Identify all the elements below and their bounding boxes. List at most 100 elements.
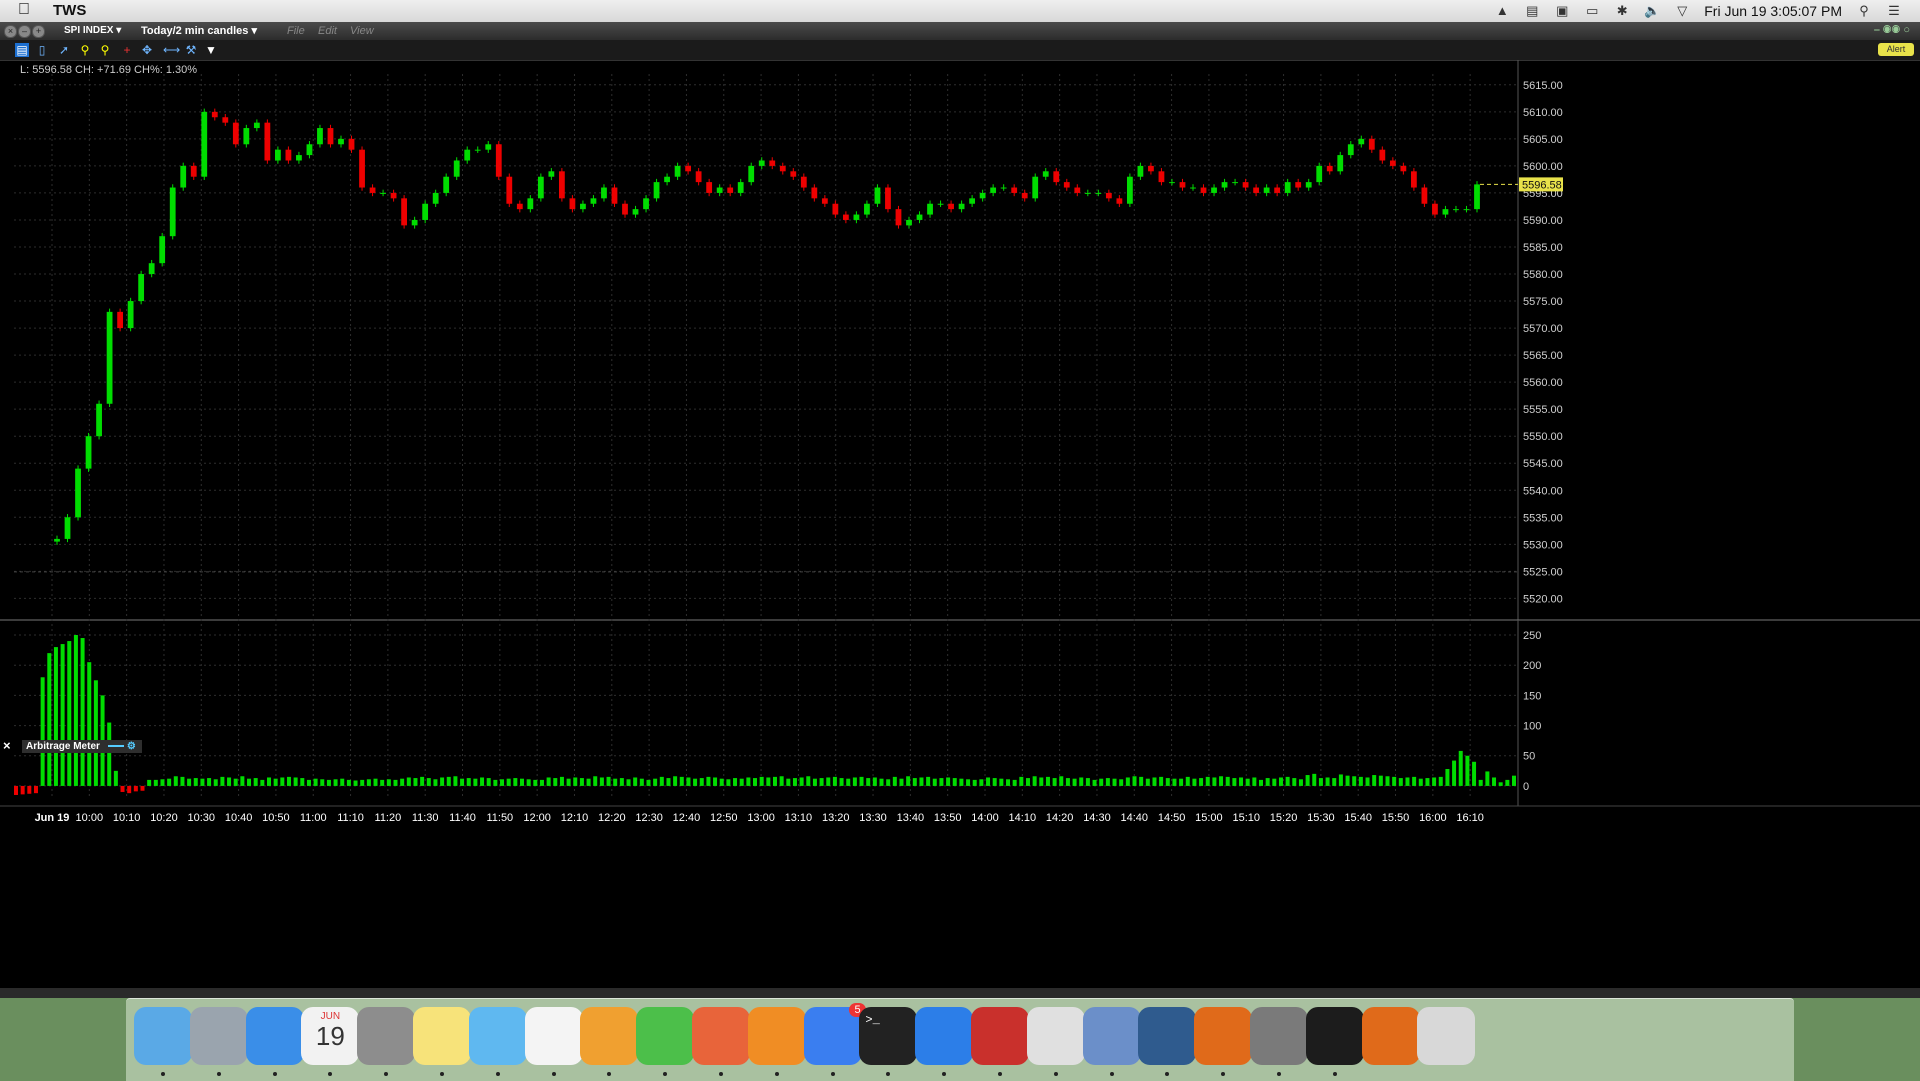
menu-view[interactable]: View <box>350 25 374 37</box>
keynote-icon[interactable] <box>692 1007 750 1065</box>
candle-body <box>232 122 239 145</box>
terminal-icon[interactable]: >_ <box>859 1007 918 1065</box>
candle-body <box>643 198 649 210</box>
spotlight-search-icon[interactable]: ⚲ <box>1856 4 1872 18</box>
matlab-icon[interactable] <box>1194 1007 1253 1065</box>
candle-body <box>327 128 334 145</box>
maximize-window-icon[interactable]: + <box>32 25 45 38</box>
candle-body <box>274 149 281 161</box>
calendar-icon[interactable]: JUN 19 <box>301 1007 360 1065</box>
bluetooth-icon[interactable]: ✱ <box>1614 4 1630 18</box>
arb-bar <box>1245 778 1250 786</box>
java-icon[interactable] <box>1026 1007 1085 1065</box>
app-menu-name[interactable]: TWS <box>53 2 86 19</box>
menu-file[interactable]: File <box>287 25 305 37</box>
candle-body <box>790 171 797 177</box>
arb-bar <box>107 722 112 786</box>
zoom-out-icon[interactable]: ⚲ <box>98 43 112 57</box>
fit-icon[interactable]: ⟷ <box>163 43 180 57</box>
arb-bar <box>413 778 418 786</box>
candle-body <box>895 209 902 226</box>
ibooks-icon[interactable] <box>747 1007 806 1065</box>
candle-body <box>990 187 997 193</box>
arb-bar <box>240 776 245 786</box>
running-indicator <box>607 1072 612 1076</box>
close-window-icon[interactable]: × <box>4 25 17 38</box>
calculator-icon[interactable] <box>357 1007 416 1065</box>
period-selector[interactable]: Today/2 min candles ▾ <box>141 24 257 37</box>
app-store-icon[interactable]: 5 <box>803 1003 866 1065</box>
symbol-selector[interactable]: SPI INDEX ▾ <box>64 25 121 36</box>
google-drive-icon[interactable]: ▲ <box>1494 4 1510 18</box>
airplay-icon[interactable]: ▭ <box>1584 4 1600 18</box>
teamviewer-tray-icon[interactable]: ▣ <box>1554 4 1570 18</box>
wifi-icon[interactable]: ▽ <box>1674 4 1690 18</box>
candle-body <box>685 165 692 172</box>
candle-body <box>85 436 92 469</box>
pages-icon[interactable] <box>580 1007 639 1065</box>
textedit-icon[interactable] <box>524 1007 583 1065</box>
last-price-tag-label: 5596.58 <box>1522 179 1562 191</box>
arb-bar <box>559 776 564 786</box>
menu-edit[interactable]: Edit <box>318 25 337 37</box>
trash-icon[interactable] <box>1417 1007 1476 1065</box>
time-scrollbar[interactable] <box>0 988 1920 998</box>
running-indicator <box>384 1072 389 1076</box>
more-tools-icon[interactable]: ▼ <box>204 43 218 57</box>
network-icon[interactable] <box>1082 1007 1141 1065</box>
close-indicator-icon[interactable]: × <box>3 738 11 753</box>
crosshair-icon[interactable]: + <box>120 43 134 57</box>
zoom-in-icon[interactable]: ⚲ <box>78 43 92 57</box>
launchpad-icon[interactable] <box>189 1007 248 1065</box>
candle-body <box>148 263 155 275</box>
dropbox-icon[interactable]: ▤ <box>1524 4 1540 18</box>
arb-bar <box>633 777 638 786</box>
alert-button[interactable]: Alert <box>1878 43 1914 56</box>
indicator-label[interactable]: Arbitrage Meter ⚙ <box>22 740 142 753</box>
numbers-icon[interactable] <box>636 1007 695 1065</box>
arb-bar <box>759 776 764 786</box>
arb-tick-label: 150 <box>1523 690 1541 702</box>
matlab-2-icon[interactable] <box>1361 1007 1420 1065</box>
arb-bar <box>619 778 624 786</box>
running-indicator <box>1221 1072 1226 1076</box>
apple-menu-icon[interactable]:  <box>18 1 30 19</box>
arb-bar <box>846 778 851 786</box>
candle-body <box>1347 144 1354 156</box>
notes-icon[interactable] <box>413 1007 471 1065</box>
bar-chart-icon[interactable]: ▯ <box>35 43 49 57</box>
candle-body <box>1410 171 1417 188</box>
system-preferences-icon[interactable] <box>1250 1007 1308 1065</box>
candle-body <box>695 171 702 183</box>
safari-icon[interactable] <box>245 1007 304 1065</box>
arb-bar <box>1159 776 1164 786</box>
teamviewer-icon[interactable] <box>915 1007 974 1065</box>
running-indicator <box>440 1072 444 1076</box>
indicator-line-swatch <box>107 745 124 748</box>
candle-body <box>1463 209 1470 211</box>
running-indicator <box>830 1072 835 1076</box>
arb-bar <box>1465 755 1470 786</box>
notification-center-icon[interactable]: ☰ <box>1886 4 1902 18</box>
sourcetree-icon[interactable] <box>1138 1007 1197 1065</box>
draw-icon[interactable]: ➚ <box>57 43 71 57</box>
finder-icon[interactable] <box>134 1007 192 1065</box>
arb-bar <box>879 778 884 786</box>
arb-bar <box>247 778 252 786</box>
activity-monitor-icon[interactable] <box>1305 1007 1364 1065</box>
minimize-window-icon[interactable]: – <box>18 25 31 38</box>
tools-icon[interactable]: ⚒ <box>184 43 198 57</box>
chart-type-icon[interactable]: ▤ <box>15 43 29 57</box>
candle-body <box>1190 187 1196 189</box>
candle-body <box>285 149 292 161</box>
pan-icon[interactable]: ✥ <box>140 43 154 57</box>
dvd-player-icon[interactable] <box>971 1007 1029 1065</box>
chart-canvas[interactable]: 5615.005610.005605.005600.005595.005590.… <box>0 60 1920 988</box>
arb-bar <box>14 785 18 795</box>
messages-icon[interactable] <box>468 1007 527 1065</box>
indicator-settings-icon[interactable]: ⚙ <box>127 741 136 752</box>
window-link-icons[interactable]: ⎯ ◉◉ ○ <box>1874 24 1910 37</box>
volume-icon[interactable]: 🔈 <box>1644 4 1660 18</box>
candle-body <box>180 165 187 188</box>
menubar-clock[interactable]: Fri Jun 19 3:05:07 PM <box>1704 3 1842 19</box>
